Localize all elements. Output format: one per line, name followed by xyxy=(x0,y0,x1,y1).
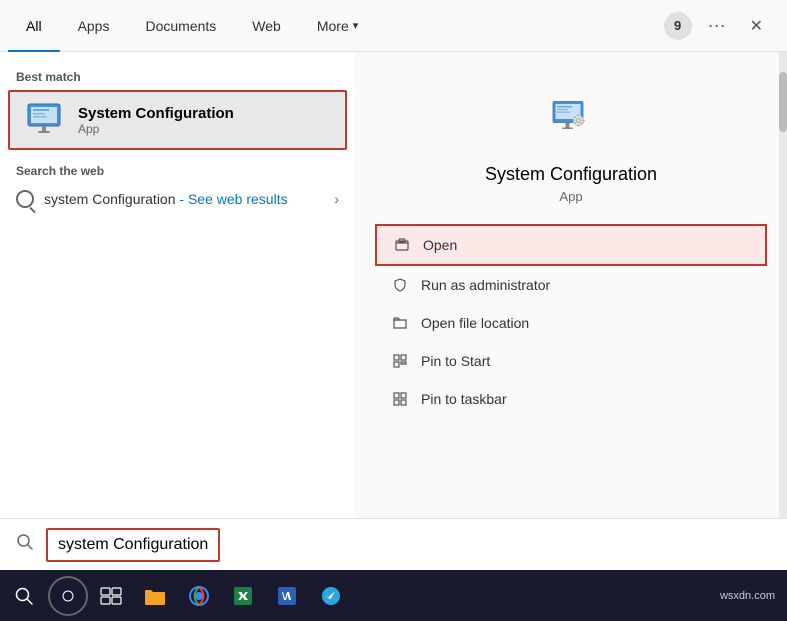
best-match-label: Best match xyxy=(0,64,355,88)
tab-all[interactable]: All xyxy=(8,0,60,52)
taskbar-explorer-button[interactable] xyxy=(134,575,176,617)
action-pin-start-label: Pin to Start xyxy=(421,353,490,369)
action-run-admin[interactable]: Run as administrator xyxy=(375,266,767,304)
tab-apps[interactable]: Apps xyxy=(60,0,128,52)
tab-web[interactable]: Web xyxy=(234,0,299,52)
web-search-item[interactable]: system Configuration - See web results › xyxy=(0,182,355,216)
tab-more[interactable]: More ▾ xyxy=(299,0,376,52)
action-open[interactable]: Open xyxy=(375,224,767,266)
taskbar: wsxdn.com xyxy=(0,570,787,621)
search-icon xyxy=(16,190,34,208)
action-file-location-label: Open file location xyxy=(421,315,529,331)
tab-more-label: More xyxy=(317,18,349,34)
app-type-label: App xyxy=(78,122,234,136)
chevron-down-icon: ▾ xyxy=(353,19,359,32)
action-file-location[interactable]: Open file location xyxy=(375,304,767,342)
taskbar-cortana-button[interactable] xyxy=(48,576,88,616)
nav-right: 9 ··· ✕ xyxy=(664,11,779,40)
search-bar: system Configuration xyxy=(0,518,787,570)
content-area: Best match xyxy=(0,52,787,570)
close-button[interactable]: ✕ xyxy=(742,12,771,40)
search-input-box[interactable]: system Configuration xyxy=(46,528,220,562)
scrollbar-track[interactable] xyxy=(779,52,787,570)
chevron-right-icon: › xyxy=(334,191,339,207)
taskbar-taskview-button[interactable] xyxy=(90,575,132,617)
action-run-admin-label: Run as administrator xyxy=(421,277,550,293)
tab-apps-label: Apps xyxy=(78,18,110,34)
tab-documents[interactable]: Documents xyxy=(127,0,234,52)
pin-start-icon xyxy=(391,352,409,370)
tab-documents-label: Documents xyxy=(145,18,216,34)
app-name: System Configuration xyxy=(78,105,234,122)
action-pin-start[interactable]: Pin to Start xyxy=(375,342,767,380)
folder-icon xyxy=(391,314,409,332)
tab-all-label: All xyxy=(26,18,42,34)
taskbar-chrome-button[interactable] xyxy=(178,575,220,617)
web-search-link: - See web results xyxy=(179,191,287,207)
pin-taskbar-icon xyxy=(391,390,409,408)
open-icon xyxy=(393,236,411,254)
left-panel: Best match xyxy=(0,52,355,570)
action-list: Open Run as administrator xyxy=(375,224,767,418)
action-pin-taskbar[interactable]: Pin to taskbar xyxy=(375,380,767,418)
more-options-button[interactable]: ··· xyxy=(700,11,734,40)
tab-web-label: Web xyxy=(252,18,281,34)
scrollbar-thumb[interactable] xyxy=(779,72,787,132)
search-bar-icon xyxy=(16,533,34,556)
web-query-text: system Configuration xyxy=(44,191,176,207)
taskbar-telegram-button[interactable] xyxy=(310,575,352,617)
right-panel: System Configuration App Open xyxy=(355,52,787,570)
best-match-item[interactable]: System Configuration App xyxy=(8,90,347,150)
search-panel: All Apps Documents Web More ▾ 9 ··· ✕ xyxy=(0,0,787,570)
action-open-label: Open xyxy=(423,237,457,253)
taskbar-excel-button[interactable] xyxy=(222,575,264,617)
app-info: System Configuration App xyxy=(78,105,234,136)
preview-app-type: App xyxy=(559,189,582,204)
shield-icon xyxy=(391,276,409,294)
taskbar-watermark: wsxdn.com xyxy=(720,590,783,602)
app-preview-icon xyxy=(531,82,611,152)
preview-app-name: System Configuration xyxy=(485,164,657,185)
web-search-text: system Configuration - See web results xyxy=(44,191,288,207)
taskbar-word-button[interactable] xyxy=(266,575,308,617)
app-icon xyxy=(26,100,66,140)
web-section-label: Search the web xyxy=(0,152,355,182)
taskbar-search-button[interactable] xyxy=(4,576,44,616)
profile-badge[interactable]: 9 xyxy=(664,12,692,40)
action-pin-taskbar-label: Pin to taskbar xyxy=(421,391,507,407)
search-input-value: system Configuration xyxy=(58,536,208,553)
badge-count: 9 xyxy=(674,18,681,33)
nav-tabs: All Apps Documents Web More ▾ 9 ··· ✕ xyxy=(0,0,787,52)
